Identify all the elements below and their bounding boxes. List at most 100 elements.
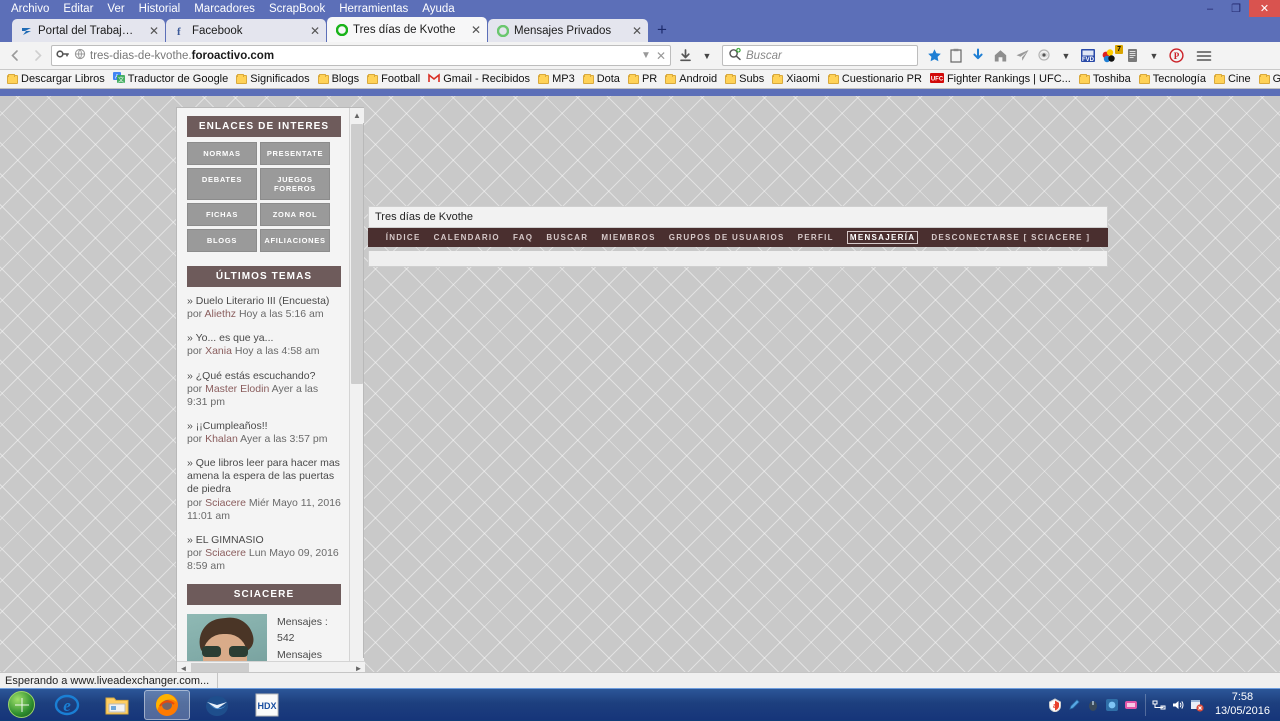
menu-historial[interactable]: Historial — [132, 2, 188, 16]
topic-title[interactable]: » Duelo Literario III (Encuesta) — [187, 295, 341, 308]
scroll-right-icon[interactable]: ► — [352, 662, 365, 673]
list-item[interactable]: » Duelo Literario III (Encuesta) por Ali… — [187, 295, 341, 321]
download-button[interactable] — [674, 45, 696, 67]
list-item[interactable]: » ¡¡Cumpleaños!! por Khalan Ayer a las 3… — [187, 420, 341, 446]
download-icon[interactable] — [968, 45, 988, 67]
chevron-down-icon-2[interactable]: ▼ — [1144, 45, 1164, 67]
menu-scrapbook[interactable]: ScrapBook — [262, 2, 332, 16]
search-eye-icon[interactable] — [1034, 45, 1054, 67]
chevron-down-icon[interactable]: ▼ — [641, 50, 651, 61]
nvidia-icon[interactable] — [1103, 689, 1122, 721]
sidebar-button-presentate[interactable]: PRESENTATE — [260, 142, 330, 165]
bookmark-cuestionario-pr[interactable]: Cuestionario PR — [824, 73, 926, 85]
bookmark-dota[interactable]: Dota — [579, 73, 624, 85]
topic-title[interactable]: » EL GIMNASIO — [187, 534, 341, 547]
tab-close-icon[interactable]: ✕ — [310, 25, 320, 37]
sidebar-button-blogs[interactable]: BLOGS — [187, 229, 257, 252]
bookmark-toshiba[interactable]: Toshiba — [1075, 73, 1135, 85]
menu-marcadores[interactable]: Marcadores — [187, 2, 262, 16]
list-item[interactable]: » ¿Qué estás escuchando? por Master Elod… — [187, 370, 341, 409]
hamburger-menu-icon[interactable] — [1194, 45, 1214, 67]
list-item[interactable]: » EL GIMNASIO por Sciacere Lun Mayo 09, … — [187, 534, 341, 573]
topic-title[interactable]: » ¡¡Cumpleaños!! — [187, 420, 341, 433]
action-center-icon[interactable] — [1188, 689, 1207, 721]
taskbar-internet-explorer-icon[interactable]: e — [44, 690, 90, 720]
nav-mensajeria[interactable]: MENSAJERÍA — [846, 231, 919, 244]
reader-icon[interactable] — [1122, 45, 1142, 67]
address-bar[interactable]: tres-dias-de-kvothe.foroactivo.com ▼ ✕ — [51, 45, 671, 66]
bookmark-android[interactable]: Android — [661, 73, 721, 85]
close-button[interactable]: ✕ — [1249, 0, 1280, 17]
mouse-icon[interactable] — [1084, 689, 1103, 721]
topic-title[interactable]: » Yo... es que ya... — [187, 332, 341, 345]
new-tab-button[interactable]: + — [649, 20, 675, 42]
tab-tres-dias-de-kvothe[interactable]: Tres días de Kvothe ✕ — [327, 17, 487, 42]
nav-calendario[interactable]: CALENDARIO — [434, 233, 500, 242]
tab-close-icon[interactable]: ✕ — [471, 24, 481, 36]
taskbar-thunderbird-icon[interactable] — [194, 690, 240, 720]
scrollbar-thumb-horizontal[interactable] — [191, 663, 249, 672]
pinterest-icon[interactable]: P — [1166, 45, 1186, 67]
menu-herramientas[interactable]: Herramientas — [332, 2, 415, 16]
start-orb-icon[interactable] — [2, 690, 40, 720]
sidebar-vertical-scrollbar[interactable]: ▲ ▼ — [349, 108, 364, 672]
bookmark-xiaomi[interactable]: Xiaomi — [768, 73, 824, 85]
sidebar-button-debates[interactable]: DEBATES — [187, 168, 257, 200]
menu-archivo[interactable]: Archivo — [4, 2, 56, 16]
fvd-icon[interactable]: FVD — [1078, 45, 1098, 67]
tab-mensajes-privados[interactable]: Mensajes Privados ✕ — [488, 19, 648, 42]
bookmark-guias[interactable]: Guías — [1255, 73, 1280, 85]
sidebar-button-normas[interactable]: NORMAS — [187, 142, 257, 165]
sidebar-button-afiliaciones[interactable]: AFILIACIONES — [260, 229, 330, 252]
bookmark-descargar-libros[interactable]: Descargar Libros — [3, 73, 109, 85]
nav-grupos-de-usuarios[interactable]: GRUPOS DE USUARIOS — [669, 233, 785, 242]
nav-faq[interactable]: FAQ — [513, 233, 533, 242]
sidebar-button-fichas[interactable]: FICHAS — [187, 203, 257, 226]
pink-app-icon[interactable] — [1122, 689, 1141, 721]
home-icon[interactable] — [990, 45, 1010, 67]
topic-title[interactable]: » Que libros leer para hacer mas amena l… — [187, 457, 341, 496]
tab-close-icon[interactable]: ✕ — [149, 25, 159, 37]
tab-close-icon[interactable]: ✕ — [632, 25, 642, 37]
scrollbar-thumb[interactable] — [351, 124, 363, 384]
bookmark-significados[interactable]: Significados — [232, 73, 313, 85]
sidebar-horizontal-scrollbar[interactable]: ◄ ► — [177, 661, 365, 672]
scroll-left-icon[interactable]: ◄ — [177, 662, 190, 673]
taskbar-hdx-icon[interactable]: HDX — [244, 690, 290, 720]
nav-miembros[interactable]: MIEMBROS — [601, 233, 655, 242]
bookmark-football[interactable]: Football — [363, 73, 424, 85]
pen-icon[interactable] — [1065, 689, 1084, 721]
bookmark-tecnologia[interactable]: Tecnología — [1135, 73, 1210, 85]
download-dropdown-icon[interactable]: ▼ — [696, 45, 718, 67]
tab-portal-del-trabajador[interactable]: Portal del Trabajador / Inicio ✕ — [12, 19, 165, 42]
clipboard-icon[interactable] — [946, 45, 966, 67]
clock[interactable]: 7:58 13/05/2016 — [1207, 691, 1276, 719]
menu-ver[interactable]: Ver — [100, 2, 131, 16]
nav-buscar[interactable]: BUSCAR — [546, 233, 588, 242]
bookmark-subs[interactable]: Subs — [721, 73, 768, 85]
bookmark-pr[interactable]: PR — [624, 73, 661, 85]
back-button[interactable] — [4, 45, 26, 67]
taskbar-file-explorer-icon[interactable] — [94, 690, 140, 720]
forward-button[interactable] — [26, 45, 48, 67]
bookmark-star-icon[interactable] — [924, 45, 944, 67]
paper-plane-icon[interactable] — [1012, 45, 1032, 67]
nav-perfil[interactable]: PERFIL — [798, 233, 834, 242]
topic-title[interactable]: » ¿Qué estás escuchando? — [187, 370, 341, 383]
tab-facebook[interactable]: f Facebook ✕ — [166, 19, 326, 42]
menu-editar[interactable]: Editar — [56, 2, 100, 16]
stop-icon[interactable]: ✕ — [656, 49, 666, 63]
nav-indice[interactable]: ÍNDICE — [386, 233, 421, 242]
bookmark-blogs[interactable]: Blogs — [314, 73, 364, 85]
menu-ayuda[interactable]: Ayuda — [415, 2, 461, 16]
search-input[interactable]: Buscar — [722, 45, 918, 66]
bookmark-cine[interactable]: Cine — [1210, 73, 1255, 85]
maximize-button[interactable]: ❐ — [1223, 0, 1249, 17]
taskbar-firefox-icon[interactable] — [144, 689, 190, 720]
volume-icon[interactable] — [1169, 689, 1188, 721]
bookmark-gmail-recibidos[interactable]: Gmail - Recibidos — [424, 72, 534, 86]
bookmark-traductor-de-google[interactable]: A文 Traductor de Google — [109, 72, 232, 86]
bookmark-fighter-rankings[interactable]: UFC Fighter Rankings | UFC... — [926, 72, 1075, 86]
colors-icon[interactable]: 7 — [1100, 44, 1123, 67]
sidebar-button-zona-rol[interactable]: ZONA ROL — [260, 203, 330, 226]
